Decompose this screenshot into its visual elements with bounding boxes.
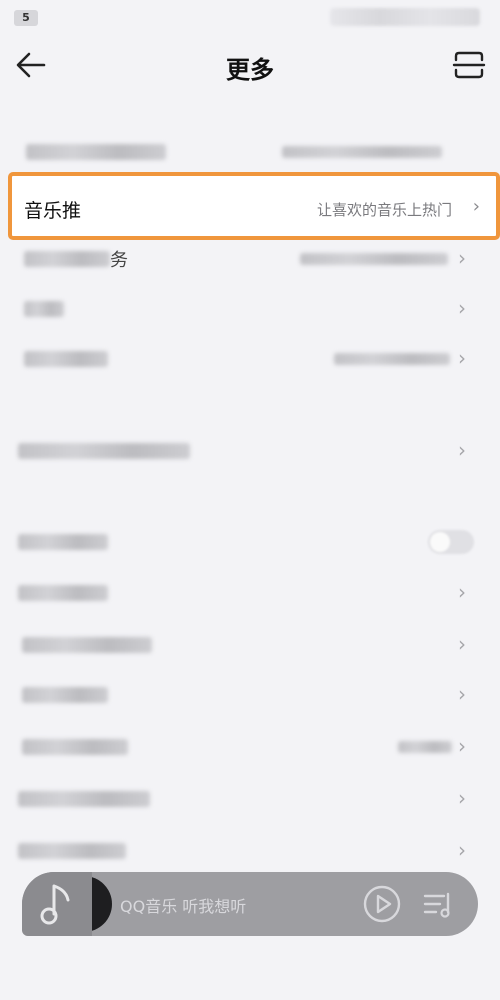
chevron-right-icon: ›: [458, 580, 466, 604]
chevron-right-icon: ›: [458, 632, 466, 656]
setting-label-blurred: [18, 443, 190, 459]
setting-label-blurred: [22, 637, 152, 653]
scan-icon[interactable]: [452, 50, 486, 80]
player-song-text: QQ音乐 听我想听: [120, 897, 247, 916]
status-icons-blurred: [330, 8, 480, 26]
setting-value-blurred: [282, 146, 442, 158]
setting-label-blurred: [18, 585, 108, 601]
mini-player[interactable]: QQ音乐 听我想听: [22, 872, 478, 936]
setting-item[interactable]: ›: [0, 732, 500, 762]
setting-item[interactable]: ›: [0, 680, 500, 710]
setting-item-toggle[interactable]: [0, 528, 500, 558]
status-bar: 5: [0, 0, 500, 34]
play-icon[interactable]: [362, 884, 402, 924]
chevron-right-icon: ›: [458, 346, 466, 370]
chevron-right-icon: ›: [458, 786, 466, 810]
music-promotion-item[interactable]: 音乐推 让喜欢的音乐上热门 ›: [8, 172, 500, 240]
chevron-right-icon: ›: [458, 438, 466, 462]
setting-label-blurred: [26, 144, 166, 160]
setting-label-blurred: [24, 351, 108, 367]
setting-item[interactable]: ›: [0, 630, 500, 660]
nav-bar: 更多: [0, 34, 500, 96]
music-promotion-label: 音乐推: [24, 200, 82, 222]
chevron-right-icon: ›: [458, 296, 466, 320]
setting-label-blurred: [24, 301, 64, 317]
music-promotion-value: 让喜欢的音乐上热门: [316, 201, 452, 219]
setting-label-blurred: [24, 251, 110, 267]
page-title: 更多: [226, 56, 274, 84]
setting-value-blurred: [300, 253, 448, 265]
setting-label-blurred: [22, 739, 128, 755]
setting-label-suffix: 务: [110, 250, 128, 271]
chevron-right-icon: ›: [458, 838, 466, 862]
chevron-right-icon: ›: [458, 682, 466, 706]
setting-item[interactable]: ›: [0, 344, 500, 374]
setting-item[interactable]: ›: [0, 578, 500, 608]
setting-label-blurred: [18, 791, 150, 807]
chevron-right-icon: ›: [458, 734, 466, 758]
chevron-right-icon: ›: [472, 196, 480, 217]
setting-item[interactable]: ›: [0, 294, 500, 324]
setting-item-service[interactable]: 务 ›: [0, 244, 500, 274]
chevron-right-icon: ›: [458, 246, 466, 270]
setting-toggle[interactable]: [428, 530, 474, 554]
setting-item[interactable]: ›: [0, 836, 500, 866]
setting-value-blurred: [398, 741, 452, 753]
setting-label-blurred: [18, 843, 126, 859]
setting-label-blurred: [18, 534, 108, 550]
setting-item[interactable]: ›: [0, 436, 500, 466]
sim-badge: 5: [14, 10, 38, 26]
music-note-icon: [40, 884, 70, 925]
setting-item[interactable]: ›: [0, 784, 500, 814]
setting-label-blurred: [22, 687, 108, 703]
playlist-icon[interactable]: [422, 888, 456, 920]
setting-value-blurred: [334, 353, 450, 365]
